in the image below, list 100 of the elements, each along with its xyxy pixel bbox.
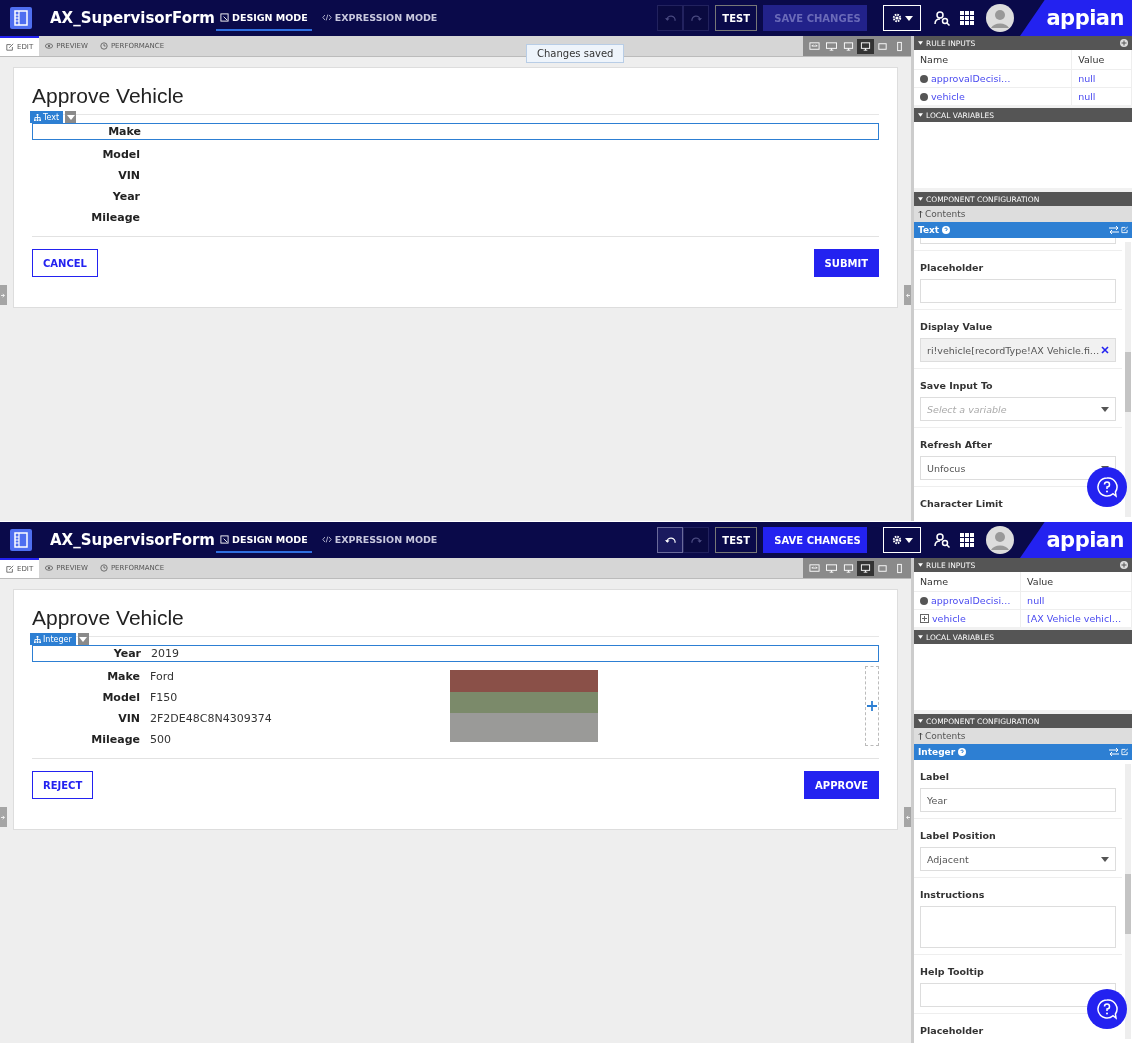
device-button[interactable]: [857, 560, 874, 576]
help-icon[interactable]: [958, 748, 967, 756]
rule-input-value[interactable]: null: [1071, 69, 1132, 88]
breadcrumb-link[interactable]: Contents: [914, 206, 1132, 222]
mode-tab[interactable]: EXPRESSION MODE: [317, 527, 442, 553]
expand-handle[interactable]: [0, 285, 7, 305]
settings-button[interactable]: [883, 527, 921, 553]
help-icon[interactable]: [942, 226, 951, 234]
scrollbar[interactable]: [1125, 242, 1131, 517]
secondary-button[interactable]: REJECT: [32, 771, 94, 799]
input-field[interactable]: Year: [920, 788, 1116, 812]
component-name: Integer: [918, 747, 956, 757]
app-icon: [10, 529, 32, 551]
form-field[interactable]: Mileage: [32, 207, 450, 228]
scrollbar[interactable]: [1125, 764, 1131, 1039]
swap-icon[interactable]: [1109, 226, 1119, 234]
field-label: Year: [112, 647, 142, 660]
user-avatar[interactable]: [986, 526, 1014, 554]
dropdown[interactable]: Adjacent: [920, 847, 1116, 871]
form-field[interactable]: Model F150: [32, 687, 450, 708]
form-field[interactable]: VIN: [32, 165, 450, 186]
input-field[interactable]: [920, 279, 1116, 303]
collapse-icon[interactable]: [918, 719, 923, 723]
monitor-icon: [843, 40, 854, 52]
selected-field[interactable]: Year 2019: [32, 645, 879, 662]
collapse-handle[interactable]: [904, 285, 911, 305]
mode-tab[interactable]: DESIGN MODE: [216, 5, 312, 31]
rule-input-name[interactable]: approvalDecisi…: [931, 73, 1011, 84]
form-field[interactable]: Make Ford: [32, 666, 450, 687]
dropdown[interactable]: Unfocus: [920, 456, 1116, 480]
search-user-icon[interactable]: [934, 10, 950, 26]
arrow-icon: [1, 292, 6, 298]
form-field[interactable]: Mileage 500: [32, 729, 450, 750]
component-badge[interactable]: Integer: [30, 633, 76, 645]
user-avatar[interactable]: [986, 4, 1014, 32]
field-value: 500: [150, 733, 171, 746]
property-label: Character Limit: [920, 498, 1003, 509]
form-field[interactable]: VIN 2F2DE48C8N4309374: [32, 708, 450, 729]
property-label: Instructions: [920, 889, 985, 900]
rule-input-name[interactable]: vehicle: [931, 91, 965, 102]
hierarchy-icon: [34, 635, 41, 643]
collapse-icon[interactable]: [918, 563, 923, 567]
add-icon[interactable]: [1120, 39, 1128, 47]
undo-button[interactable]: [657, 527, 684, 553]
test-button[interactable]: TEST: [715, 527, 757, 553]
selected-field[interactable]: Make: [32, 123, 879, 140]
collapse-icon[interactable]: [918, 113, 923, 117]
field-label: VIN: [117, 712, 141, 725]
breadcrumb-link[interactable]: Contents: [914, 728, 1132, 744]
primary-button[interactable]: APPROVE: [804, 771, 879, 799]
mode-tab[interactable]: DESIGN MODE: [216, 527, 312, 553]
form-field[interactable]: Model: [32, 144, 450, 165]
add-column-placeholder[interactable]: [865, 666, 879, 746]
save-changes-button[interactable]: SAVE CHANGES: [763, 527, 867, 553]
apps-grid-icon[interactable]: [960, 10, 975, 26]
expand-icon[interactable]: [920, 614, 929, 623]
edit-icon[interactable]: [1121, 226, 1128, 234]
rule-input-value[interactable]: null: [1071, 87, 1132, 105]
collapse-handle[interactable]: [904, 807, 911, 827]
edit-icon[interactable]: [1121, 748, 1128, 756]
field-value: 2019: [151, 647, 179, 660]
test-button[interactable]: TEST: [715, 5, 757, 31]
collapse-icon[interactable]: [918, 635, 923, 639]
input-field[interactable]: [920, 983, 1116, 1007]
expand-handle[interactable]: [0, 807, 7, 827]
close-icon[interactable]: [1101, 346, 1109, 354]
settings-button[interactable]: [883, 5, 921, 31]
device-button[interactable]: [857, 38, 874, 54]
toast-message: Changes saved: [526, 44, 625, 63]
expression-field[interactable]: ri!vehicle[recordType!AX Vehicle.fi…: [920, 338, 1116, 362]
dot-icon: [920, 92, 928, 101]
field-label: Mileage: [90, 211, 141, 224]
rule-input-name[interactable]: approvalDecisi…: [931, 595, 1011, 606]
rule-input-name[interactable]: vehicle: [932, 613, 966, 624]
dot-icon: [920, 74, 928, 83]
component-menu-button[interactable]: [77, 633, 89, 645]
add-icon[interactable]: [1120, 561, 1128, 569]
property-label: Help Tooltip: [920, 966, 984, 977]
mode-tab[interactable]: EXPRESSION MODE: [317, 5, 442, 31]
secondary-button[interactable]: CANCEL: [32, 249, 98, 277]
field-value: Ford: [150, 670, 174, 683]
form-field[interactable]: Year: [32, 186, 450, 207]
search-user-icon[interactable]: [934, 532, 950, 548]
component-badge[interactable]: Text: [30, 111, 64, 123]
input-field[interactable]: [920, 238, 1116, 244]
apps-grid-icon[interactable]: [960, 532, 975, 548]
primary-button[interactable]: SUBMIT: [813, 249, 879, 277]
rule-input-value[interactable]: null: [1020, 591, 1132, 610]
field-label: Make: [106, 670, 141, 683]
field-label: VIN: [117, 169, 141, 182]
arrow-icon: [905, 292, 910, 298]
settings-icon: [891, 13, 902, 23]
field-label: Mileage: [90, 733, 141, 746]
swap-icon[interactable]: [1109, 748, 1119, 756]
collapse-icon[interactable]: [918, 197, 923, 201]
code-icon: [321, 534, 332, 544]
component-menu-button[interactable]: [65, 111, 77, 123]
rule-input-value[interactable]: [AX Vehicle vehicl…: [1020, 609, 1132, 627]
collapse-icon[interactable]: [918, 41, 923, 45]
eye-icon: [45, 564, 54, 572]
